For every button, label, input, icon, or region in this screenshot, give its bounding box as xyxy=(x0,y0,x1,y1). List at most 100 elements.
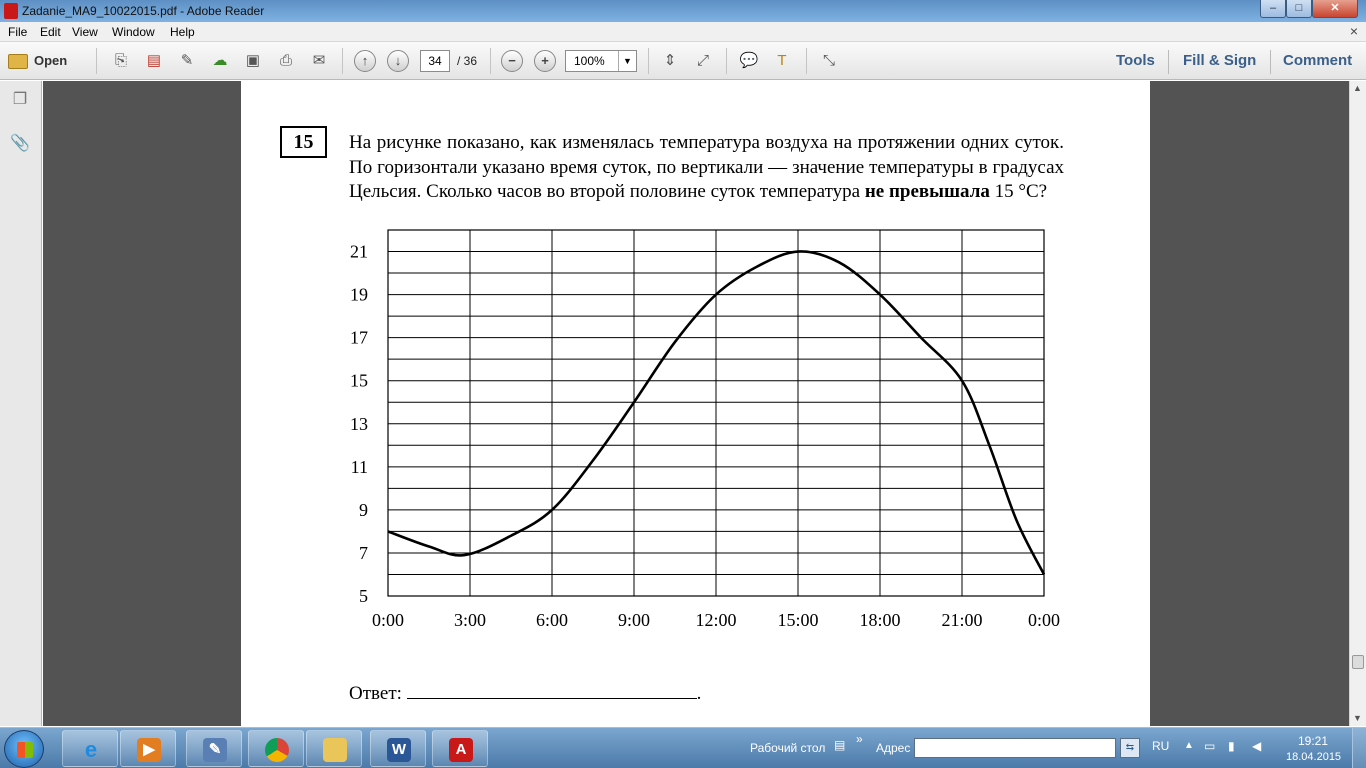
address-input[interactable] xyxy=(914,738,1116,758)
paint-icon: ✎ xyxy=(203,738,227,762)
x-tick-label: 15:00 xyxy=(777,610,818,630)
comment-link[interactable]: Comment xyxy=(1283,52,1352,69)
navigation-pane: ❐ 📎 xyxy=(0,81,42,726)
ie-icon: e xyxy=(84,737,98,762)
x-tick-label: 0:00 xyxy=(1028,610,1060,630)
menu-file[interactable]: File xyxy=(8,25,27,39)
save-icon[interactable]: ▣ xyxy=(242,50,264,72)
language-indicator[interactable]: RU xyxy=(1152,739,1169,753)
maximize-button[interactable]: □ xyxy=(1286,0,1312,18)
toolbar-separator xyxy=(1270,50,1271,74)
toolbar-separator xyxy=(342,48,343,74)
x-tick-label: 0:00 xyxy=(372,610,404,630)
y-tick-label: 17 xyxy=(350,328,368,348)
fit-page-icon[interactable]: ⇕ xyxy=(659,50,681,72)
clock-date[interactable]: 18.04.2015 xyxy=(1286,751,1341,763)
temperature-chart: 2119171513119750:00 3:00 6:00 9:00 12:00 15:0… xyxy=(350,229,1060,630)
chevron-down-icon[interactable]: ▼ xyxy=(618,51,636,71)
tools-link[interactable]: Tools xyxy=(1116,52,1155,69)
export-pdf-icon[interactable]: ▤ xyxy=(143,50,165,72)
question-text-end: 15 °С? xyxy=(989,181,1048,202)
open-button[interactable]: Open xyxy=(8,50,82,72)
menu-window[interactable]: Window xyxy=(112,25,155,39)
menu-view[interactable]: View xyxy=(72,25,98,39)
zoom-select[interactable]: 100% ▼ xyxy=(565,50,637,72)
menu-edit[interactable]: Edit xyxy=(40,25,61,39)
answer-blank xyxy=(406,683,697,699)
toolbar-separator xyxy=(96,48,97,74)
taskbar-explorer[interactable] xyxy=(306,730,362,767)
window-title: Zadanie_MA9_10022015.pdf - Adobe Reader xyxy=(22,4,265,18)
desktop-icon[interactable]: ▤ xyxy=(834,738,845,752)
menu-help[interactable]: Help xyxy=(170,25,195,39)
close-button[interactable]: ✕ xyxy=(1312,0,1358,18)
next-page-icon[interactable]: ↓ xyxy=(387,50,409,72)
question-number: 15 xyxy=(280,126,327,158)
question-text-bold: не превышала xyxy=(864,181,990,202)
title-bar: Zadanie_MA9_10022015.pdf - Adobe Reader … xyxy=(0,0,1366,22)
desktop-toolbar-label[interactable]: Рабочий стол xyxy=(750,741,825,755)
media-player-icon: ▶ xyxy=(137,738,161,762)
fit-width-icon[interactable]: ⤢ xyxy=(692,50,714,72)
x-tick-label: 18:00 xyxy=(859,610,900,630)
comment-icon[interactable]: 💬 xyxy=(738,50,760,72)
toolbar-separator xyxy=(806,48,807,74)
vertical-scrollbar[interactable]: ▲ ▼ xyxy=(1349,81,1366,726)
taskbar-media-player[interactable]: ▶ xyxy=(120,730,176,767)
taskbar-word[interactable]: W xyxy=(370,730,426,767)
y-tick-label: 5 xyxy=(359,586,368,606)
safely-remove-icon[interactable]: ▭ xyxy=(1204,739,1215,753)
email-icon[interactable]: ✉ xyxy=(308,50,330,72)
taskbar-adobe-reader[interactable]: A xyxy=(432,730,488,767)
windows-logo-icon xyxy=(17,742,33,758)
taskbar: e ▶ ✎ W A Рабочий стол ▤ » Адрес ⇆ RU ▲ … xyxy=(0,727,1366,768)
explorer-folder-icon xyxy=(323,738,347,762)
scroll-down-icon[interactable]: ▼ xyxy=(1353,713,1362,723)
scroll-thumb[interactable] xyxy=(1352,655,1364,669)
y-tick-label: 11 xyxy=(351,457,368,477)
tray-expand-icon[interactable]: ▲ xyxy=(1184,740,1194,751)
clock-time[interactable]: 19:21 xyxy=(1298,734,1328,748)
toolbar: Open ⎘ ▤ ✎ ☁ ▣ ⎙ ✉ ↑ ↓ 34 / 36 − + 100% … xyxy=(0,42,1366,80)
prev-page-icon[interactable]: ↑ xyxy=(354,50,376,72)
open-label: Open xyxy=(34,53,68,68)
fill-sign-link[interactable]: Fill & Sign xyxy=(1183,52,1256,69)
y-tick-label: 21 xyxy=(350,242,368,262)
question-text: На рисунке показано, как изменялась темп… xyxy=(349,131,1064,205)
upload-cloud-icon[interactable]: ☁ xyxy=(209,50,231,72)
fullscreen-icon[interactable]: ⤡ xyxy=(818,50,840,72)
close-document-icon[interactable]: × xyxy=(1350,23,1358,39)
show-desktop-button[interactable] xyxy=(1352,728,1366,768)
page-thumbnails-icon[interactable]: ❐ xyxy=(10,89,30,111)
word-icon: W xyxy=(387,738,411,762)
volume-icon[interactable]: ◀ xyxy=(1252,739,1261,753)
attachments-icon[interactable]: 📎 xyxy=(10,133,30,155)
toolbar-separator xyxy=(1168,50,1169,74)
zoom-in-icon[interactable]: + xyxy=(534,50,556,72)
taskbar-chrome[interactable] xyxy=(248,730,304,767)
edit-icon[interactable]: ✎ xyxy=(176,50,198,72)
address-label: Адрес xyxy=(876,741,911,755)
answer-label: Ответ: xyxy=(349,683,402,704)
toolbar-separator xyxy=(726,48,727,74)
start-button[interactable] xyxy=(4,730,44,768)
address-go-button[interactable]: ⇆ xyxy=(1120,738,1140,758)
zoom-value: 100% xyxy=(574,54,605,68)
y-tick-label: 15 xyxy=(350,371,368,391)
y-tick-label: 13 xyxy=(350,414,368,434)
create-pdf-icon[interactable]: ⎘ xyxy=(110,50,132,72)
minimize-button[interactable]: – xyxy=(1260,0,1286,18)
page-number-input[interactable]: 34 xyxy=(420,50,450,72)
zoom-out-icon[interactable]: − xyxy=(501,50,523,72)
taskbar-paint[interactable]: ✎ xyxy=(186,730,242,767)
scroll-up-icon[interactable]: ▲ xyxy=(1353,83,1362,93)
print-icon[interactable]: ⎙ xyxy=(275,50,297,72)
toolbar-separator xyxy=(490,48,491,74)
network-icon[interactable]: ▮ xyxy=(1228,739,1235,753)
chevron-right-icon[interactable]: » xyxy=(856,732,863,746)
taskbar-ie[interactable]: e xyxy=(62,730,118,767)
highlight-icon[interactable]: T xyxy=(771,50,793,72)
adobe-reader-icon: A xyxy=(449,738,473,762)
y-tick-label: 9 xyxy=(359,500,368,520)
adobe-reader-app-icon xyxy=(4,3,18,19)
